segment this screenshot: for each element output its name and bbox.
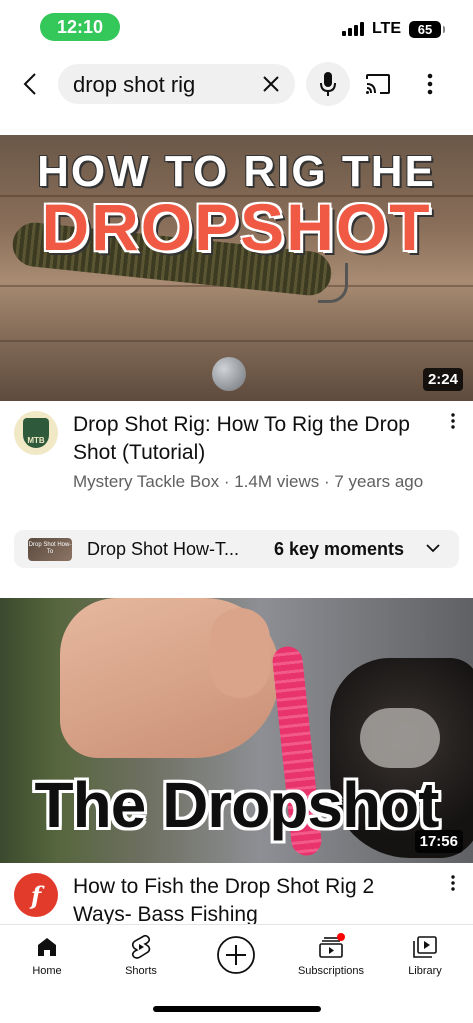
channel-avatar[interactable]: f <box>14 873 58 917</box>
duration-badge: 17:56 <box>414 830 463 853</box>
search-header: drop shot rig <box>0 56 473 112</box>
more-vertical-icon[interactable] <box>410 64 450 104</box>
clear-icon[interactable] <box>255 68 287 100</box>
thumbnail-title-line2: DROPSHOT <box>41 190 432 264</box>
nav-shorts[interactable]: Shorts <box>94 933 188 985</box>
battery-icon: 65 <box>409 20 445 38</box>
status-indicators: LTE 65 <box>341 20 445 38</box>
nav-subscriptions-label: Subscriptions <box>297 965 365 977</box>
weight-image <box>212 357 246 391</box>
beard-highlight <box>360 708 440 768</box>
notification-dot <box>337 933 345 941</box>
search-query: drop shot rig <box>73 72 196 97</box>
search-input[interactable]: drop shot rig <box>58 64 295 104</box>
channel-avatar[interactable]: MTB <box>14 411 58 455</box>
key-moments-bar[interactable]: Drop Shot How-To Drop Shot How-T... 6 ke… <box>14 530 459 568</box>
nav-shorts-label: Shorts <box>125 965 157 977</box>
video-metadata: MTB Drop Shot Rig: How To Rig the Drop S… <box>0 401 473 521</box>
video-thumbnail[interactable]: The Dropshot 17:56 <box>0 598 473 863</box>
finger-image <box>210 608 270 698</box>
key-moments-label: 6 key moments <box>274 539 405 559</box>
library-icon <box>411 933 439 961</box>
status-time: 12:10 <box>40 13 120 41</box>
nav-home-label: Home <box>32 965 62 977</box>
subscriptions-icon <box>317 933 345 961</box>
duration-badge: 2:24 <box>422 368 463 391</box>
thumbnail-caption: The Dropshot <box>34 769 440 841</box>
chapter-thumbnail: Drop Shot How-To <box>28 538 72 561</box>
video-thumbnail[interactable]: HOW TO RIG THE DROPSHOT 2:24 <box>0 135 473 401</box>
cast-icon[interactable] <box>358 64 398 104</box>
chapter-label: Drop Shot How-T... <box>87 539 240 559</box>
back-arrow-icon[interactable] <box>10 64 50 104</box>
hook-image <box>318 263 348 303</box>
video-menu-icon[interactable] <box>441 409 465 433</box>
video-title[interactable]: How to Fish the Drop Shot Rig 2 Ways- Ba… <box>73 873 425 925</box>
microphone-icon[interactable] <box>306 62 350 106</box>
nav-home[interactable]: Home <box>0 933 94 985</box>
shorts-icon <box>127 933 155 961</box>
status-bar: 12:10 LTE 65 <box>0 0 473 56</box>
home-icon <box>33 933 61 961</box>
home-indicator[interactable] <box>153 1006 321 1012</box>
nav-library[interactable]: Library <box>378 933 472 985</box>
mtb-logo-icon: MTB <box>23 418 49 448</box>
chevron-down-icon <box>425 540 441 561</box>
video-metadata: f How to Fish the Drop Shot Rig 2 Ways- … <box>0 863 473 925</box>
video-menu-icon[interactable] <box>441 871 465 895</box>
network-type: LTE <box>371 20 401 37</box>
nav-library-label: Library <box>408 965 442 977</box>
signal-icon <box>341 22 364 36</box>
video-title[interactable]: Drop Shot Rig: How To Rig the Drop Shot … <box>73 411 425 467</box>
nav-subscriptions[interactable]: Subscriptions <box>284 933 378 985</box>
video-subtitle: Mystery Tackle Box · 1.4M views · 7 year… <box>73 472 424 491</box>
create-plus-icon[interactable] <box>216 935 256 975</box>
